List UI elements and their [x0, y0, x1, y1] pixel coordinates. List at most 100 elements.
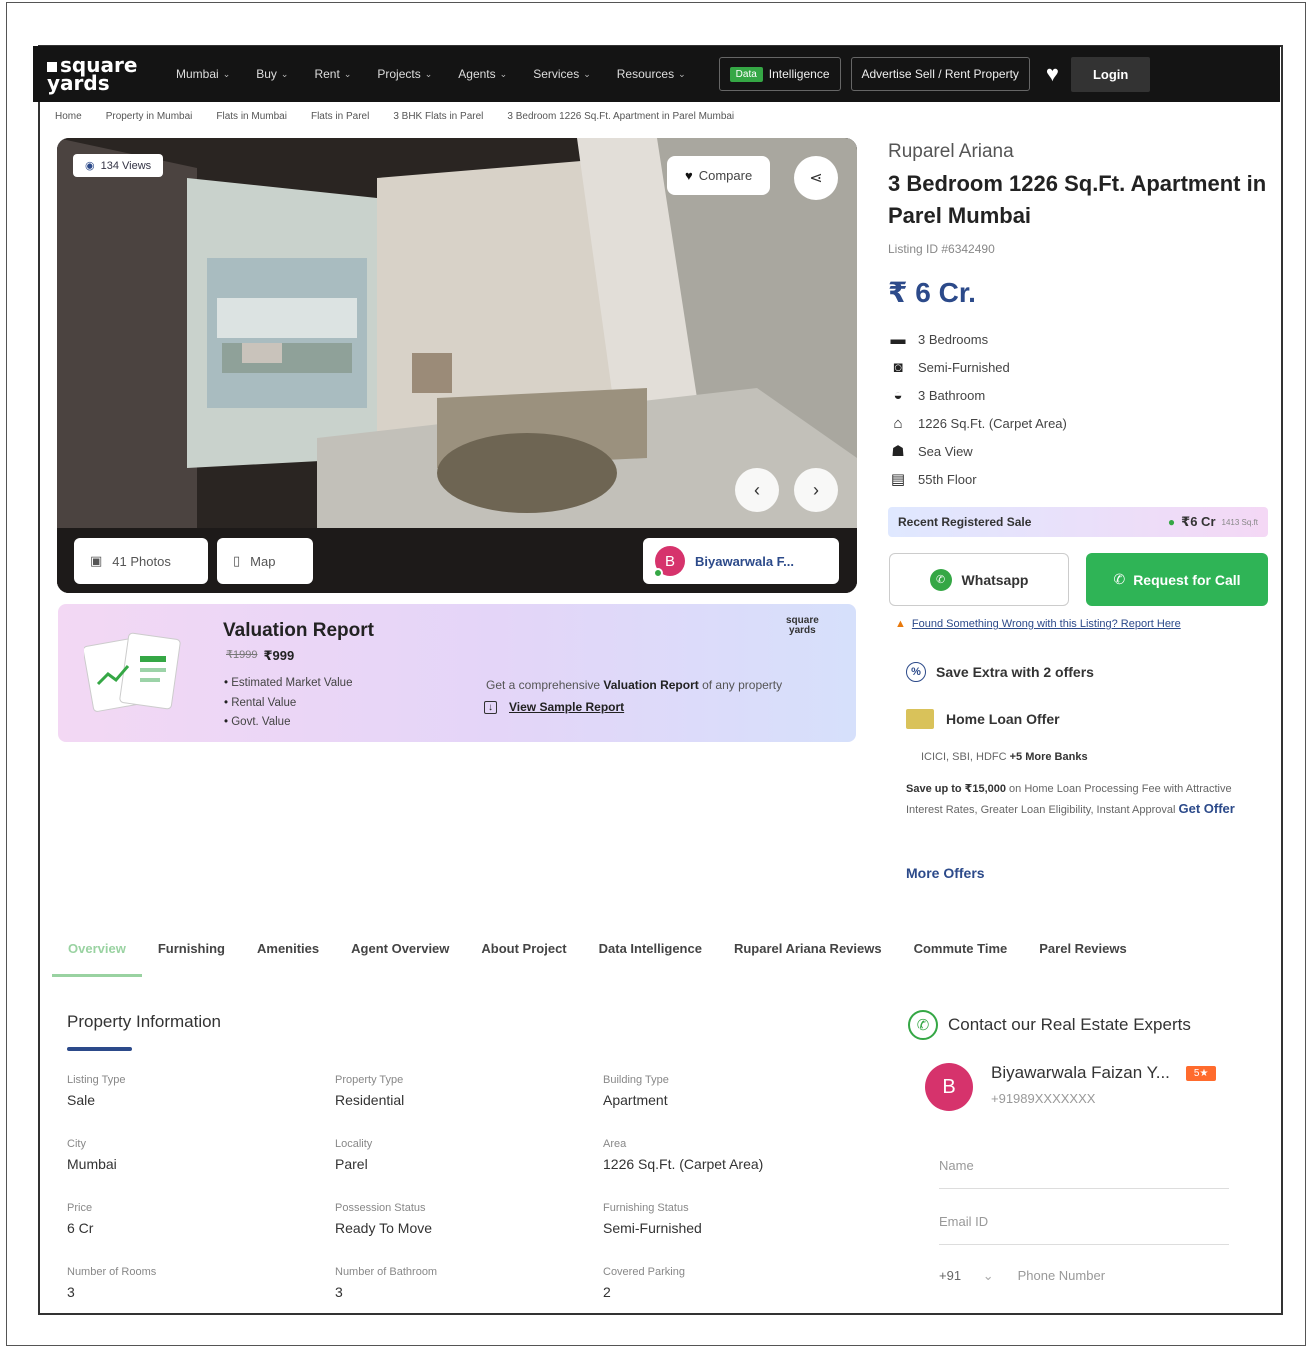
valuation-report-banner[interactable]: Valuation Report ₹1999 ₹999 Estimated Ma…	[58, 604, 856, 742]
property-info-cell: Listing Type Sale	[67, 1074, 335, 1122]
tab-agent-overview[interactable]: Agent Overview	[335, 935, 465, 977]
info-label: Number of Rooms	[67, 1266, 157, 1278]
info-value: Parel	[335, 1156, 368, 1172]
home-loan-offer[interactable]: Home Loan Offer	[906, 709, 1060, 729]
contact-heading: ✆ Contact our Real Estate Experts	[908, 1010, 1191, 1040]
login-button[interactable]: Login	[1070, 56, 1151, 92]
property-info-grid: Listing Type Sale Property Type Residential…	[67, 1074, 871, 1314]
expert-name[interactable]: Biyawarwala Faizan Y...	[991, 1063, 1170, 1083]
info-value: Mumbai	[67, 1156, 117, 1172]
breadcrumb: Home Property in Mumbai Flats in Mumbai Fla…	[55, 111, 734, 122]
compare-button[interactable]: ♥ Compare	[667, 156, 771, 195]
breadcrumb-item[interactable]: Home	[55, 111, 82, 122]
tab-furnishing[interactable]: Furnishing	[142, 935, 241, 977]
nav-item-mumbai[interactable]: Mumbai ⌄	[163, 67, 243, 81]
home-icon: ⌂	[893, 415, 903, 432]
whatsapp-icon: ✆	[929, 568, 952, 591]
breadcrumb-item[interactable]: 3 Bedroom 1226 Sq.Ft. Apartment in Parel…	[507, 111, 734, 122]
bank-list: ICICI, SBI, HDFC +5 More Banks	[921, 751, 1088, 763]
breadcrumb-item[interactable]: Property in Mumbai	[106, 111, 193, 122]
whatsapp-button[interactable]: ✆ Whatsapp	[889, 553, 1069, 606]
property-info-cell: Building Type Apartment	[603, 1074, 871, 1122]
feature-item: ☗ Sea View	[888, 438, 1067, 466]
request-call-button[interactable]: ✆ Request for Call	[1086, 553, 1268, 606]
nav-item-resources[interactable]: Resources ⌄	[604, 67, 699, 81]
tab-ruparel-ariana-reviews[interactable]: Ruparel Ariana Reviews	[718, 935, 898, 977]
nav-item-services[interactable]: Services ⌄	[520, 67, 604, 81]
feature-item: ▤ 55th Floor	[888, 466, 1067, 494]
data-intelligence-button[interactable]: Data Intelligence	[718, 57, 841, 91]
chevron-left-icon[interactable]: ‹	[735, 468, 779, 512]
chevron-down-icon: ⌄	[678, 68, 686, 79]
info-label: Number of Bathroom	[335, 1266, 438, 1278]
chevron-down-icon: ⌄	[343, 68, 352, 79]
report-illustration	[84, 632, 181, 712]
breadcrumb-item[interactable]: Flats in Parel	[311, 111, 369, 122]
nav-item-projects[interactable]: Projects ⌄	[364, 67, 445, 81]
info-label: Furnishing Status	[603, 1202, 689, 1214]
discount-icon: %	[906, 662, 926, 682]
share-icon[interactable]: ⋖	[794, 156, 838, 200]
tab-parel-reviews[interactable]: Parel Reviews	[1023, 935, 1142, 977]
photos-button[interactable]: ▣ 41 Photos	[74, 538, 208, 584]
sofa-icon: ◙	[893, 359, 903, 376]
tab-overview[interactable]: Overview	[52, 935, 142, 977]
valuation-title: Valuation Report	[223, 620, 374, 641]
views-count: ◉ 134 Views	[73, 154, 164, 177]
nav-menu: Mumbai ⌄ Buy ⌄ Rent ⌄ Projects ⌄ Agents ⌄ Services…	[163, 67, 699, 81]
feature-item: ▬ 3 Bedrooms	[888, 326, 1067, 354]
country-code-select[interactable]: +91 ⌄	[939, 1268, 994, 1284]
valuation-point: Govt. Value	[224, 713, 352, 733]
property-info-cell: City Mumbai	[67, 1138, 335, 1186]
recent-registered-sale[interactable]: Recent Registered Sale ● ₹6 Cr 1413 Sq.f…	[888, 507, 1268, 537]
chevron-right-icon[interactable]: ›	[794, 468, 838, 512]
more-offers-link[interactable]: More Offers	[906, 865, 985, 881]
floor-icon: ▤	[890, 471, 906, 488]
view-sample-report-link[interactable]: ↓ View Sample Report	[484, 700, 624, 714]
nav-item-buy[interactable]: Buy ⌄	[243, 67, 301, 81]
advertise-property-button[interactable]: Advertise Sell / Rent Property	[850, 57, 1030, 91]
breadcrumb-item[interactable]: Flats in Mumbai	[216, 111, 287, 122]
valuation-point: Estimated Market Value	[224, 674, 352, 694]
property-info-cell: Furnishing Status Semi-Furnished	[603, 1202, 871, 1250]
loan-icon	[906, 709, 934, 729]
chevron-down-icon: ⌄	[424, 68, 433, 79]
map-button[interactable]: ▯ Map	[217, 538, 313, 584]
info-value: Ready To Move	[335, 1220, 433, 1236]
report-listing-link[interactable]: ▲ Found Something Wrong with this Listin…	[895, 618, 1181, 630]
phone-number-field[interactable]: Phone Number	[1018, 1268, 1105, 1284]
photo-gallery[interactable]: ◉ 134 Views ♥ Compare ⋖ ‹ › ▣ 41 Photos …	[57, 138, 857, 593]
agent-chip[interactable]: B Biyawarwala F...	[643, 538, 839, 584]
tab-amenities[interactable]: Amenities	[241, 935, 335, 977]
name-field[interactable]: Name	[939, 1158, 974, 1173]
tab-commute-time[interactable]: Commute Time	[898, 935, 1024, 977]
nav-item-agents[interactable]: Agents ⌄	[445, 67, 520, 81]
phone-icon: ✆	[1113, 571, 1126, 587]
square-yards-logo[interactable]: square yards	[33, 55, 163, 93]
heart-icon: ♥	[685, 168, 693, 183]
offers-heading: % Save Extra with 2 offers	[906, 662, 1094, 682]
get-offer-link[interactable]: Get Offer	[1179, 801, 1235, 816]
chevron-down-icon: ⌄	[280, 68, 289, 79]
property-info-cell: Possession Status Ready To Move	[335, 1202, 603, 1250]
nav-item-rent[interactable]: Rent ⌄	[301, 67, 364, 81]
valuation-price: ₹1999 ₹999	[226, 648, 295, 663]
chevron-down-icon: ⌄	[499, 68, 508, 79]
listing-id: Listing ID #6342490	[888, 242, 995, 256]
tab-about-project[interactable]: About Project	[465, 935, 582, 977]
avatar: B	[653, 546, 685, 578]
email-field[interactable]: Email ID	[939, 1214, 988, 1229]
expert-phone: +91989XXXXXXX	[991, 1091, 1096, 1106]
tab-data-intelligence[interactable]: Data Intelligence	[583, 935, 718, 977]
chevron-down-icon: ⌄	[982, 1268, 994, 1283]
info-value: 3	[67, 1284, 75, 1300]
info-label: Locality	[335, 1138, 373, 1150]
map-icon: ▯	[233, 553, 241, 568]
image-icon: ▣	[90, 553, 103, 568]
info-value: 1226 Sq.Ft. (Carpet Area)	[603, 1156, 764, 1172]
project-name[interactable]: Ruparel Ariana	[888, 141, 1014, 163]
info-label: Covered Parking	[603, 1266, 685, 1278]
property-info-cell: Area 1226 Sq.Ft. (Carpet Area)	[603, 1138, 871, 1186]
breadcrumb-item[interactable]: 3 BHK Flats in Parel	[393, 111, 483, 122]
heart-icon[interactable]: ♥	[1046, 61, 1059, 87]
